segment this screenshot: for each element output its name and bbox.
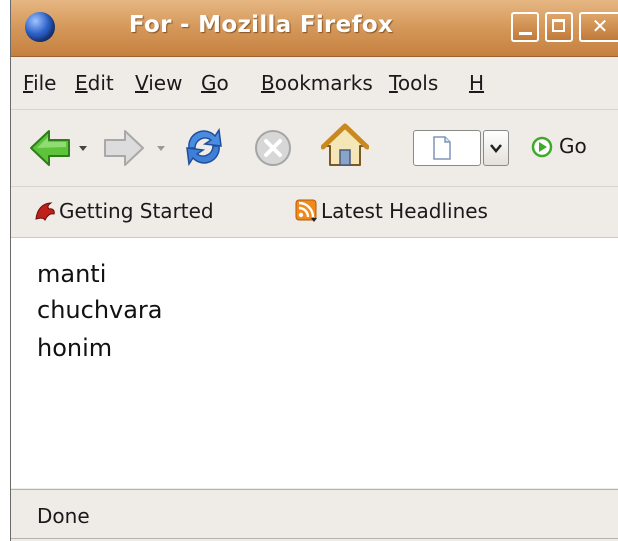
forward-history-dropdown[interactable] [157,146,165,151]
firefox-bookmark-icon [35,202,55,221]
menu-go[interactable]: Go [201,71,229,95]
menu-file[interactable]: File [23,71,56,95]
minimize-icon [519,32,532,35]
browser-window: For - Mozilla Firefox ✕ File Edit View G… [10,0,618,541]
firefox-globe-icon[interactable] [25,12,55,42]
stop-icon[interactable] [253,128,293,168]
maximize-icon [552,19,565,32]
close-button[interactable]: ✕ [579,12,618,42]
go-icon[interactable] [531,136,553,158]
menu-bar: File Edit View Go Bookmarks Tools H [11,57,618,110]
page-icon [433,136,451,160]
back-history-dropdown[interactable] [79,146,87,151]
status-text: Done [37,504,90,528]
bookmark-getting-started[interactable]: Getting Started [59,199,214,223]
bookmarks-toolbar: Getting Started Latest Headlines [11,187,618,238]
menu-view[interactable]: View [135,71,182,95]
title-bar: For - Mozilla Firefox ✕ [11,0,618,57]
menu-bookmarks[interactable]: Bookmarks [261,71,373,95]
menu-edit[interactable]: Edit [75,71,114,95]
status-divider [11,538,618,539]
content-line: chuchvara [37,296,163,324]
window-title: For - Mozilla Firefox [128,12,394,38]
chevron-down-icon [490,144,502,153]
forward-icon[interactable] [103,128,145,168]
home-icon[interactable] [321,122,369,170]
go-button[interactable]: Go [559,134,587,158]
back-icon[interactable] [29,128,71,168]
minimize-button[interactable] [511,12,539,42]
location-bar[interactable] [413,130,481,166]
menu-help[interactable]: H [469,71,484,95]
navigation-toolbar: Go [11,110,618,187]
status-bar: Done [11,489,618,541]
reload-icon[interactable] [181,124,227,170]
rss-feed-icon [295,199,317,222]
location-history-dropdown[interactable] [483,130,509,166]
menu-tools[interactable]: Tools [389,71,438,95]
close-icon: ✕ [591,14,609,38]
content-line: honim [37,334,113,362]
maximize-button[interactable] [545,12,573,42]
page-content: manti chuchvara honim [11,238,618,488]
content-line: manti [37,260,107,288]
bookmark-latest-headlines[interactable]: Latest Headlines [321,199,488,223]
